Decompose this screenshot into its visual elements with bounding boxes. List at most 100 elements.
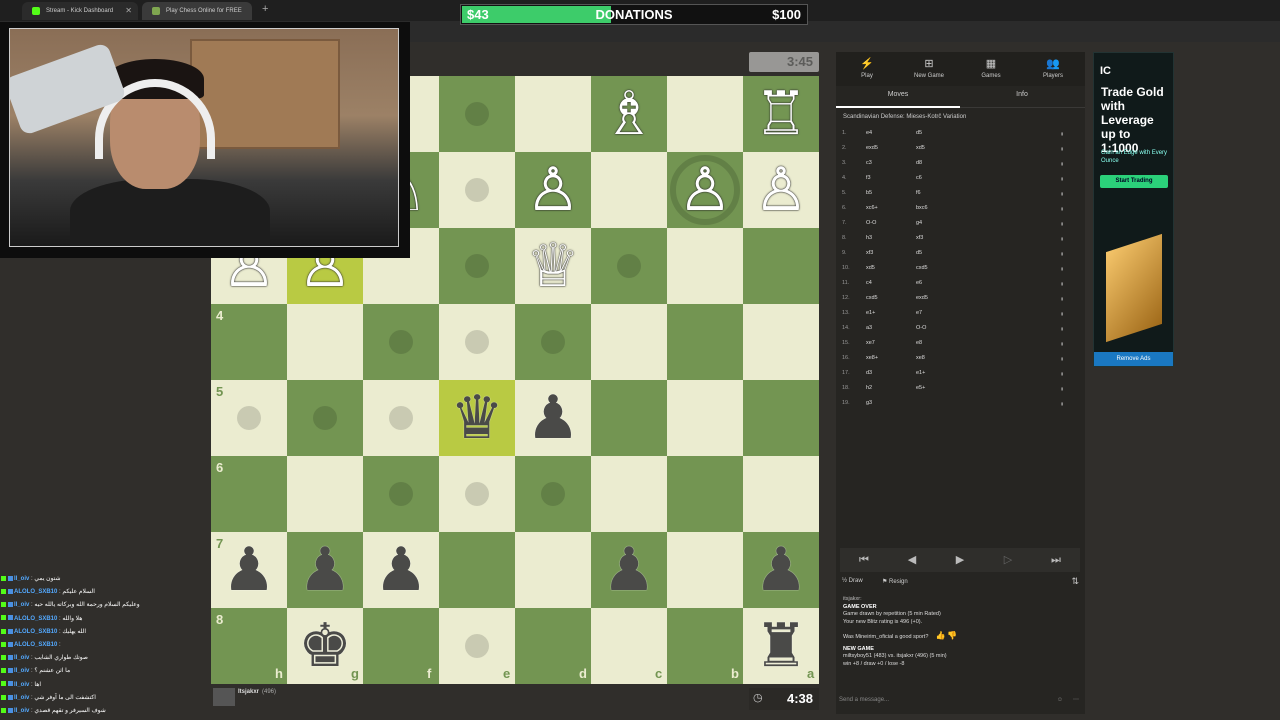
move-hint-dot[interactable] (541, 482, 565, 506)
move-hint-dot[interactable] (389, 330, 413, 354)
board-square[interactable] (743, 304, 819, 380)
black-move[interactable]: d5 (916, 126, 922, 141)
chat-username[interactable]: ALOLO_SXB10 (14, 589, 57, 595)
black-move[interactable]: exd5 (916, 291, 928, 306)
remove-ads-button[interactable]: Remove Ads (1094, 352, 1173, 366)
more-icon[interactable]: ⋯ (1073, 692, 1079, 708)
board-square[interactable] (591, 304, 667, 380)
first-move-button[interactable]: ⏮ (840, 548, 888, 572)
board-square[interactable]: ♟ (363, 532, 439, 608)
black-move[interactable]: f6 (916, 186, 921, 201)
white-move[interactable]: e4 (866, 126, 872, 141)
board-square[interactable] (287, 304, 363, 380)
white-pawn[interactable]: ♙ (743, 152, 819, 228)
black-move[interactable]: xe8 (916, 351, 925, 366)
chat-username[interactable]: II_oiv (14, 682, 29, 688)
board-square[interactable]: ♟ (287, 532, 363, 608)
chat-username[interactable]: ALOLO_SXB10 (14, 629, 57, 635)
board-square[interactable] (743, 228, 819, 304)
white-queen[interactable]: ♕ (515, 228, 591, 304)
black-pawn[interactable]: ♟ (363, 532, 439, 608)
board-square[interactable] (591, 228, 667, 304)
black-move[interactable]: O-O (916, 321, 926, 336)
black-queen[interactable]: ♛ (439, 380, 515, 456)
board-square[interactable] (667, 228, 743, 304)
black-move[interactable]: d8 (916, 156, 922, 171)
white-move[interactable]: g3 (866, 396, 872, 411)
white-move[interactable]: xc6+ (866, 201, 878, 216)
board-square[interactable]: ♙ (515, 152, 591, 228)
board-square[interactable] (439, 304, 515, 380)
board-square[interactable]: ♟ (515, 380, 591, 456)
tab-play[interactable]: ⚡ Play (836, 52, 898, 86)
white-move[interactable]: h2 (866, 381, 872, 396)
tab-games[interactable]: ▦ Games (960, 52, 1022, 86)
white-move[interactable]: O-O (866, 216, 876, 231)
draw-button[interactable]: ½ Draw (842, 578, 863, 584)
tab-moves[interactable]: Moves (836, 86, 960, 108)
move-hint-dot[interactable] (541, 330, 565, 354)
white-move[interactable]: a3 (866, 321, 872, 336)
black-move[interactable]: d5 (916, 246, 922, 261)
move-hint-dot[interactable] (465, 178, 489, 202)
move-hint-dot[interactable] (313, 406, 337, 430)
thumbs-up-icon[interactable]: 👍 (936, 631, 946, 640)
white-move[interactable]: exd5 (866, 141, 878, 156)
board-square[interactable] (515, 76, 591, 152)
tab-chess[interactable]: Play Chess Online for FREE (142, 2, 252, 20)
new-tab-icon[interactable]: + (262, 3, 268, 15)
black-move[interactable]: g4 (916, 216, 922, 231)
board-square[interactable]: ♖ (743, 76, 819, 152)
black-move[interactable]: e8 (916, 336, 922, 351)
board-square[interactable] (667, 532, 743, 608)
board-square[interactable] (667, 76, 743, 152)
message-input[interactable]: Send a message... ☺ ⋯ (836, 692, 1085, 708)
board-square[interactable]: ♙ (743, 152, 819, 228)
board-square[interactable] (363, 380, 439, 456)
black-move[interactable]: c6 (916, 171, 922, 186)
thumbs-down-icon[interactable]: 👎 (947, 631, 957, 640)
black-pawn[interactable]: ♟ (515, 380, 591, 456)
black-move[interactable]: e7 (916, 306, 922, 321)
black-pawn[interactable]: ♟ (743, 532, 819, 608)
white-move[interactable]: cxd5 (866, 291, 878, 306)
white-move[interactable]: xd5 (866, 261, 875, 276)
board-square[interactable]: ♟ (591, 532, 667, 608)
board-square[interactable] (439, 532, 515, 608)
board-square[interactable] (667, 304, 743, 380)
board-square[interactable] (515, 532, 591, 608)
white-pawn[interactable]: ♙ (667, 152, 743, 228)
black-pawn[interactable]: ♟ (287, 532, 363, 608)
board-square[interactable] (363, 304, 439, 380)
ad-banner[interactable]: IC Trade Gold with Leverage up to 1:1000… (1093, 52, 1174, 367)
move-hint-dot[interactable] (617, 254, 641, 278)
board-square[interactable] (287, 380, 363, 456)
chat-username[interactable]: II_oiv (14, 655, 29, 661)
flip-icon[interactable]: ⇅ (1071, 576, 1079, 587)
board-square[interactable]: ♕ (515, 228, 591, 304)
black-move[interactable]: bxc6 (916, 201, 928, 216)
board-square[interactable]: ♛ (439, 380, 515, 456)
black-move[interactable]: e5+ (916, 381, 925, 396)
emoji-icon[interactable]: ☺ (1057, 692, 1063, 708)
tab-info[interactable]: Info (960, 86, 1084, 108)
white-rook[interactable]: ♖ (743, 76, 819, 152)
tab-players[interactable]: 👥 Players (1022, 52, 1084, 86)
tab-new-game[interactable]: ⊞ New Game (898, 52, 960, 86)
move-hint-dot[interactable] (389, 406, 413, 430)
board-square[interactable] (667, 380, 743, 456)
black-move[interactable]: xd5 (916, 141, 925, 156)
move-hint-dot[interactable] (237, 406, 261, 430)
white-move[interactable]: d3 (866, 366, 872, 381)
white-move[interactable]: xf3 (866, 246, 873, 261)
move-hint-dot[interactable] (465, 634, 489, 658)
chat-username[interactable]: II_oiv (14, 668, 29, 674)
play-button[interactable]: ▶ (936, 548, 984, 572)
white-pawn[interactable]: ♙ (515, 152, 591, 228)
white-move[interactable]: c4 (866, 276, 872, 291)
board-square[interactable] (591, 456, 667, 532)
board-square[interactable] (363, 456, 439, 532)
chat-username[interactable]: ALOLO_SXB10 (14, 642, 57, 648)
tab-kick-dashboard[interactable]: Stream - Kick Dashboard ✕ (22, 2, 138, 20)
move-hint-dot[interactable] (465, 102, 489, 126)
